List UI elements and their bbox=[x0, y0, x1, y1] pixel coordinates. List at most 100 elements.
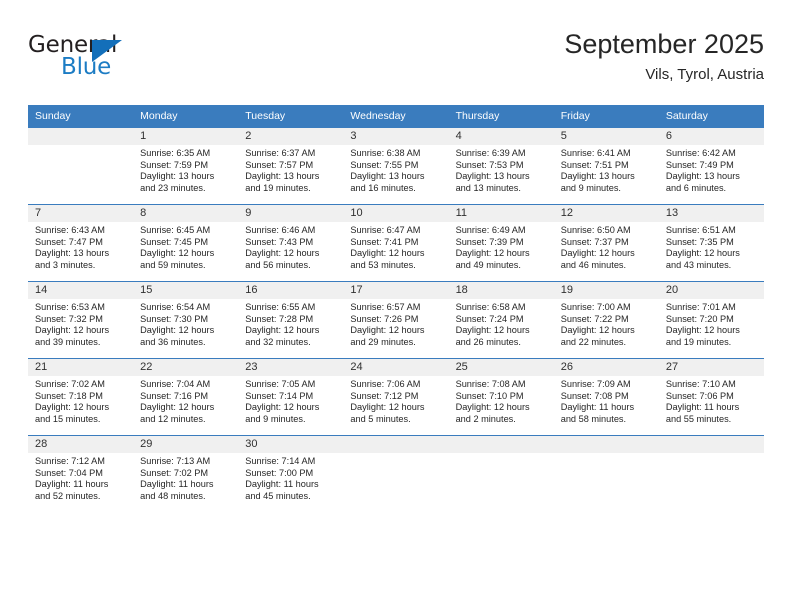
day-details: Sunrise: 7:14 AM Sunset: 7:00 PM Daylight:… bbox=[238, 453, 343, 502]
daylight-duration-line1: Daylight: 12 hours bbox=[245, 325, 320, 336]
daylight-duration-line2: and 45 minutes. bbox=[245, 490, 311, 501]
daylight-duration-line2: and 56 minutes. bbox=[245, 259, 311, 270]
day-details: Sunrise: 6:57 AM Sunset: 7:26 PM Daylight:… bbox=[343, 299, 448, 348]
calendar-day-cell[interactable]: 13 Sunrise: 6:51 AM Sunset: 7:35 PM Dayligh… bbox=[658, 204, 764, 282]
day-cell-inner bbox=[28, 128, 134, 204]
calendar-day-cell[interactable]: 26 Sunrise: 7:09 AM Sunset: 7:08 PM Dayligh… bbox=[553, 358, 659, 436]
sunrise-time: Sunrise: 6:47 AM bbox=[350, 225, 421, 235]
calendar-day-cell[interactable]: 30 Sunrise: 7:14 AM Sunset: 7:00 PM Dayligh… bbox=[238, 435, 344, 512]
sunset-time: Sunset: 7:18 PM bbox=[35, 390, 103, 401]
sunrise-time: Sunrise: 7:02 AM bbox=[35, 379, 105, 389]
day-number: 15 bbox=[133, 282, 239, 299]
day-details: Sunrise: 6:46 AM Sunset: 7:43 PM Daylight:… bbox=[238, 222, 343, 271]
daylight-duration-line2: and 46 minutes. bbox=[560, 259, 627, 270]
sunrise-time: Sunrise: 6:39 AM bbox=[455, 148, 526, 158]
day-number: 29 bbox=[133, 436, 239, 453]
sunrise-time: Sunrise: 6:49 AM bbox=[455, 225, 526, 235]
day-details: Sunrise: 7:04 AM Sunset: 7:16 PM Daylight:… bbox=[133, 376, 238, 425]
sunset-time: Sunset: 7:04 PM bbox=[35, 467, 103, 478]
day-details: Sunrise: 6:49 AM Sunset: 7:39 PM Daylight:… bbox=[449, 222, 554, 271]
calendar-day-cell[interactable]: 7 Sunrise: 6:43 AM Sunset: 7:47 PM Daylight… bbox=[28, 204, 134, 282]
calendar-empty-cell bbox=[658, 435, 764, 512]
day-number: 6 bbox=[658, 128, 764, 145]
calendar-day-cell[interactable]: 2 Sunrise: 6:37 AM Sunset: 7:57 PM Daylight… bbox=[238, 127, 344, 205]
calendar-day-cell[interactable]: 23 Sunrise: 7:05 AM Sunset: 7:14 PM Dayligh… bbox=[238, 358, 344, 436]
sunset-time: Sunset: 7:26 PM bbox=[350, 313, 419, 324]
sunset-time: Sunset: 7:12 PM bbox=[350, 390, 419, 401]
calendar-day-cell[interactable]: 10 Sunrise: 6:47 AM Sunset: 7:41 PM Dayligh… bbox=[343, 204, 449, 282]
day-cell-inner: 6 Sunrise: 6:42 AM Sunset: 7:49 PM Daylight… bbox=[658, 128, 764, 204]
calendar-day-cell[interactable]: 28 Sunrise: 7:12 AM Sunset: 7:04 PM Dayligh… bbox=[28, 435, 134, 512]
daylight-duration-line1: Daylight: 12 hours bbox=[350, 325, 425, 336]
sunset-time: Sunset: 7:10 PM bbox=[455, 390, 524, 401]
sunset-time: Sunset: 7:37 PM bbox=[560, 236, 629, 247]
day-details: Sunrise: 7:02 AM Sunset: 7:18 PM Daylight:… bbox=[28, 376, 133, 425]
sunrise-time: Sunrise: 6:58 AM bbox=[455, 302, 526, 312]
sunrise-time: Sunrise: 7:14 AM bbox=[245, 456, 316, 466]
daylight-duration-line2: and 16 minutes. bbox=[350, 182, 416, 193]
day-details: Sunrise: 6:35 AM Sunset: 7:59 PM Daylight:… bbox=[133, 145, 238, 194]
calendar-day-cell[interactable]: 14 Sunrise: 6:53 AM Sunset: 7:32 PM Dayligh… bbox=[28, 281, 134, 359]
daylight-duration-line1: Daylight: 13 hours bbox=[455, 171, 530, 182]
sunrise-time: Sunrise: 6:42 AM bbox=[665, 148, 736, 158]
daylight-duration-line2: and 12 minutes. bbox=[140, 413, 206, 424]
calendar-day-cell[interactable]: 1 Sunrise: 6:35 AM Sunset: 7:59 PM Daylight… bbox=[133, 127, 239, 205]
day-number: 18 bbox=[448, 282, 554, 299]
calendar-day-cell[interactable]: 12 Sunrise: 6:50 AM Sunset: 7:37 PM Dayligh… bbox=[553, 204, 659, 282]
daylight-duration-line2: and 15 minutes. bbox=[35, 413, 101, 424]
sunset-time: Sunset: 7:45 PM bbox=[140, 236, 209, 247]
day-cell-inner: 13 Sunrise: 6:51 AM Sunset: 7:35 PM Dayligh… bbox=[658, 205, 764, 281]
calendar-week-row: 21 Sunrise: 7:02 AM Sunset: 7:18 PM Dayligh… bbox=[28, 358, 764, 436]
daylight-duration-line1: Daylight: 13 hours bbox=[35, 248, 110, 259]
sunset-time: Sunset: 7:49 PM bbox=[665, 159, 734, 170]
calendar-day-cell[interactable]: 18 Sunrise: 6:58 AM Sunset: 7:24 PM Dayligh… bbox=[448, 281, 554, 359]
day-number: 12 bbox=[553, 205, 659, 222]
calendar-day-cell[interactable]: 6 Sunrise: 6:42 AM Sunset: 7:49 PM Daylight… bbox=[658, 127, 764, 205]
calendar-day-cell[interactable]: 17 Sunrise: 6:57 AM Sunset: 7:26 PM Dayligh… bbox=[343, 281, 449, 359]
day-details: Sunrise: 7:08 AM Sunset: 7:10 PM Daylight:… bbox=[449, 376, 554, 425]
day-details: Sunrise: 6:42 AM Sunset: 7:49 PM Daylight:… bbox=[659, 145, 764, 194]
calendar-day-cell[interactable]: 22 Sunrise: 7:04 AM Sunset: 7:16 PM Dayligh… bbox=[133, 358, 239, 436]
calendar-day-cell[interactable]: 11 Sunrise: 6:49 AM Sunset: 7:39 PM Dayligh… bbox=[448, 204, 554, 282]
daylight-duration-line1: Daylight: 12 hours bbox=[665, 325, 740, 336]
daylight-duration-line2: and 59 minutes. bbox=[140, 259, 206, 270]
calendar-day-cell[interactable]: 24 Sunrise: 7:06 AM Sunset: 7:12 PM Dayligh… bbox=[343, 358, 449, 436]
calendar-day-cell[interactable]: 20 Sunrise: 7:01 AM Sunset: 7:20 PM Dayligh… bbox=[658, 281, 764, 359]
day-details: Sunrise: 6:39 AM Sunset: 7:53 PM Daylight:… bbox=[449, 145, 554, 194]
daylight-duration-line1: Daylight: 12 hours bbox=[665, 248, 740, 259]
sunset-time: Sunset: 7:47 PM bbox=[35, 236, 103, 247]
calendar-day-cell[interactable]: 19 Sunrise: 7:00 AM Sunset: 7:22 PM Dayligh… bbox=[553, 281, 659, 359]
day-cell-inner: 8 Sunrise: 6:45 AM Sunset: 7:45 PM Daylight… bbox=[133, 205, 239, 281]
day-cell-inner: 4 Sunrise: 6:39 AM Sunset: 7:53 PM Daylight… bbox=[448, 128, 554, 204]
calendar-day-cell[interactable]: 21 Sunrise: 7:02 AM Sunset: 7:18 PM Dayligh… bbox=[28, 358, 134, 436]
sunset-time: Sunset: 7:39 PM bbox=[455, 236, 524, 247]
generalblue-logo: General Blue bbox=[28, 32, 218, 88]
daylight-duration-line1: Daylight: 12 hours bbox=[455, 325, 530, 336]
sunset-time: Sunset: 7:59 PM bbox=[140, 159, 209, 170]
calendar-day-cell[interactable]: 8 Sunrise: 6:45 AM Sunset: 7:45 PM Daylight… bbox=[133, 204, 239, 282]
daylight-duration-line2: and 19 minutes. bbox=[665, 336, 732, 347]
day-cell-inner: 2 Sunrise: 6:37 AM Sunset: 7:57 PM Daylight… bbox=[238, 128, 344, 204]
calendar-day-cell[interactable]: 15 Sunrise: 6:54 AM Sunset: 7:30 PM Dayligh… bbox=[133, 281, 239, 359]
daylight-duration-line2: and 39 minutes. bbox=[35, 336, 101, 347]
day-cell-inner: 14 Sunrise: 6:53 AM Sunset: 7:32 PM Dayligh… bbox=[28, 282, 134, 358]
calendar-day-cell[interactable]: 9 Sunrise: 6:46 AM Sunset: 7:43 PM Daylight… bbox=[238, 204, 344, 282]
calendar-day-cell[interactable]: 29 Sunrise: 7:13 AM Sunset: 7:02 PM Dayligh… bbox=[133, 435, 239, 512]
daylight-duration-line1: Daylight: 11 hours bbox=[245, 479, 319, 490]
daylight-duration-line1: Daylight: 12 hours bbox=[455, 402, 530, 413]
sunrise-time: Sunrise: 7:12 AM bbox=[35, 456, 105, 466]
calendar-day-cell[interactable]: 25 Sunrise: 7:08 AM Sunset: 7:10 PM Dayligh… bbox=[448, 358, 554, 436]
calendar-day-cell[interactable]: 4 Sunrise: 6:39 AM Sunset: 7:53 PM Daylight… bbox=[448, 127, 554, 205]
daylight-duration-line1: Daylight: 13 hours bbox=[245, 171, 320, 182]
calendar-day-cell[interactable]: 5 Sunrise: 6:41 AM Sunset: 7:51 PM Daylight… bbox=[553, 127, 659, 205]
calendar-day-cell[interactable]: 16 Sunrise: 6:55 AM Sunset: 7:28 PM Dayligh… bbox=[238, 281, 344, 359]
day-number: 13 bbox=[658, 205, 764, 222]
day-number bbox=[658, 436, 764, 453]
page-subtitle: Vils, Tyrol, Austria bbox=[645, 66, 764, 83]
calendar-day-cell[interactable]: 27 Sunrise: 7:10 AM Sunset: 7:06 PM Dayligh… bbox=[658, 358, 764, 436]
sunrise-time: Sunrise: 6:55 AM bbox=[245, 302, 316, 312]
day-cell-inner: 5 Sunrise: 6:41 AM Sunset: 7:51 PM Daylight… bbox=[553, 128, 659, 204]
weekday-header-tuesday: Tuesday bbox=[238, 105, 344, 128]
day-number: 9 bbox=[238, 205, 344, 222]
calendar-day-cell[interactable]: 3 Sunrise: 6:38 AM Sunset: 7:55 PM Daylight… bbox=[343, 127, 449, 205]
